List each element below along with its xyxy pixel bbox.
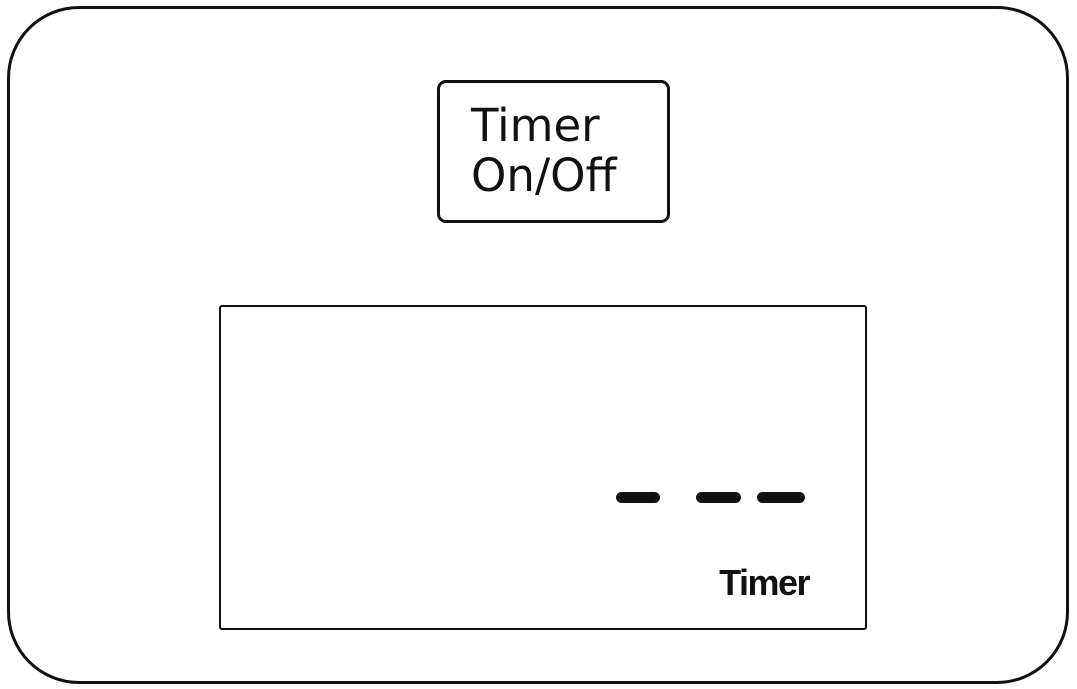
timer-indicator-label: Timer — [719, 562, 810, 603]
timer-button-label: Timer On/Off — [471, 101, 617, 201]
display-segment-dash — [696, 492, 741, 503]
display-segment-dash — [616, 492, 660, 503]
timer-on-off-button[interactable]: Timer On/Off — [437, 80, 670, 223]
timer-button-label-line2: On/Off — [471, 149, 617, 202]
timer-button-label-line1: Timer — [471, 99, 600, 152]
display-segment-dash — [757, 492, 805, 503]
display-screen: Timer — [219, 305, 867, 630]
